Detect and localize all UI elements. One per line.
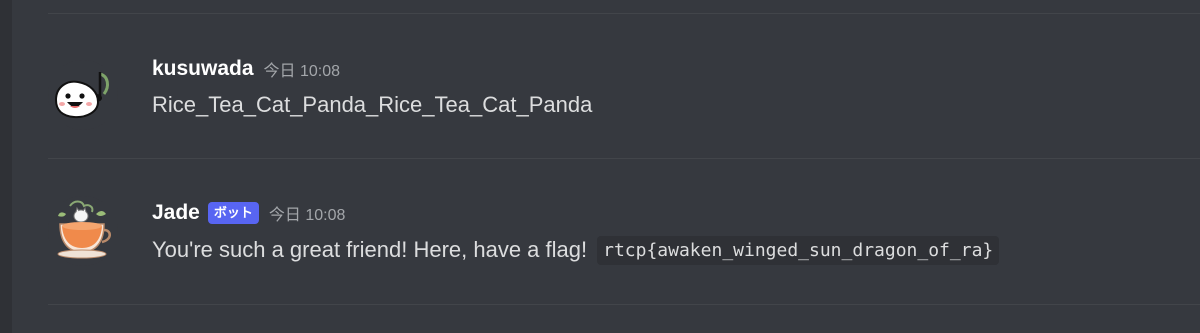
username[interactable]: Jade	[152, 201, 200, 225]
rice-ball-mascot-icon	[54, 72, 109, 119]
channel-sidebar-edge	[0, 0, 12, 333]
message-header: Jade ボット 今日 10:08	[152, 199, 345, 227]
message-content: You're such a great friend! Here, have a…	[152, 233, 1000, 267]
inline-code[interactable]: rtcp{awaken_winged_sun_dragon_of_ra}	[597, 235, 1000, 265]
avatar[interactable]	[48, 60, 118, 130]
chat-messages: kusuwada 今日 10:08 Rice_Tea_Cat_Panda_Ric…	[0, 0, 1200, 333]
message-text: You're such a great friend! Here, have a…	[152, 237, 588, 262]
username[interactable]: kusuwada	[152, 57, 254, 81]
message-divider	[48, 304, 1200, 305]
message-divider	[48, 13, 1200, 14]
message-content: Rice_Tea_Cat_Panda_Rice_Tea_Cat_Panda	[152, 90, 592, 120]
avatar[interactable]	[48, 196, 118, 266]
bot-badge: ボット	[207, 202, 259, 224]
teacup-cat-icon	[57, 200, 111, 259]
timestamp[interactable]: 今日 10:08	[264, 57, 341, 81]
message-divider	[48, 158, 1200, 159]
timestamp[interactable]: 今日 10:08	[269, 201, 346, 225]
message-text: Rice_Tea_Cat_Panda_Rice_Tea_Cat_Panda	[152, 92, 593, 117]
message-header: kusuwada 今日 10:08	[152, 55, 340, 83]
